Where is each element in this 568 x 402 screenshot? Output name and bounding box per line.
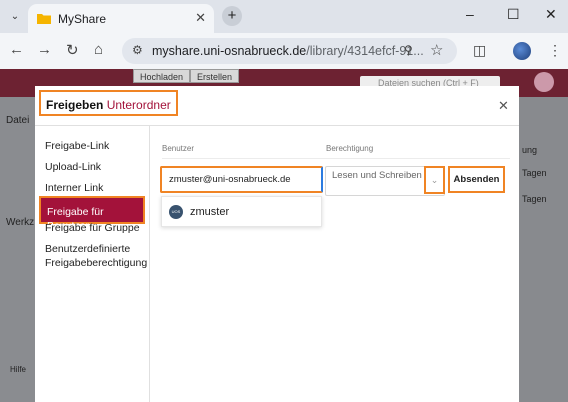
bookmark-star-icon[interactable]: ☆ [430,41,443,59]
browser-tabstrip: ⌄ MyShare ✕ + – ☐ ✕ [0,0,568,33]
url-text: myshare.uni-osnabrueck.de/library/4314ef… [152,44,424,58]
upload-button-bg: Hochladen [133,69,191,83]
menu-upload-link[interactable]: Upload-Link [45,160,101,174]
column-user-header: Benutzer [162,144,195,153]
close-window-icon[interactable]: ✕ [545,6,557,23]
close-tab-icon[interactable]: ✕ [195,10,206,26]
maximize-icon[interactable]: ☐ [507,6,520,23]
site-info-icon[interactable]: ⚙ [132,43,143,57]
dialog-title: Freigeben Unterordner [39,90,178,116]
cell-bg: Tagen [522,194,547,204]
close-icon[interactable]: ✕ [498,98,509,114]
menu-share-group[interactable]: Freigabe für Gruppe [45,221,140,235]
help-link-bg: Hilfe [10,365,27,374]
submit-button[interactable]: Absenden [448,166,505,193]
menu-kebab-icon[interactable]: ⋮ [548,42,562,59]
chevron-down-icon[interactable]: ⌄ [424,166,445,194]
back-icon[interactable]: ← [9,41,24,58]
cell-bg: Tagen [522,168,547,178]
menu-share-user[interactable]: Freigabe für Benutzer [39,196,145,232]
tab-search-chevron-icon[interactable]: ⌄ [6,8,24,26]
sidebar-heading-bg: Datei [6,115,30,126]
extensions-icon[interactable]: ◫ [473,42,486,59]
folder-icon [37,14,51,24]
user-suggestion[interactable]: UOS zmuster [161,196,322,227]
right-column-bg: ung Tagen Tagen [519,97,568,402]
menu-custom-permission[interactable]: Benutzerdefinierte Freigabeberechtigung [45,242,147,270]
share-dialog: Freigeben Unterordner ✕ Freigabe-Link Up… [35,86,519,402]
create-button-bg: Erstellen [190,69,240,83]
profile-avatar[interactable] [513,42,531,60]
user-email-input[interactable]: zmuster@uni-osnabrueck.de [160,166,323,193]
avatar: UOS [169,205,183,219]
zoom-icon[interactable]: ⚲ [404,43,413,57]
minimize-icon[interactable]: – [466,6,474,22]
home-icon[interactable]: ⌂ [94,41,103,58]
tab-title: MyShare [58,12,107,26]
divider [162,158,510,159]
column-header-bg: ung [522,145,538,155]
browser-toolbar: ← → ↻ ⌂ ⚙ myshare.uni-osnabrueck.de/libr… [0,33,568,69]
menu-share-link[interactable]: Freigabe-Link [45,139,109,153]
user-avatar-bg [534,72,554,92]
reload-icon[interactable]: ↻ [66,41,79,59]
new-tab-button[interactable]: + [222,6,242,26]
share-menu: Freigabe-Link Upload-Link Interner Link … [35,126,150,402]
sidebar-heading-bg: Werkz [6,217,35,228]
menu-internal-link[interactable]: Interner Link [45,181,103,195]
browser-tab[interactable]: MyShare ✕ [28,4,214,33]
address-bar[interactable]: ⚙ myshare.uni-osnabrueck.de/library/4314… [122,38,457,64]
suggestion-name: zmuster [190,206,230,218]
column-permission-header: Berechtigung [326,144,374,153]
left-sidebar-bg: Datei Werkz Hilfe [0,97,36,402]
forward-icon[interactable]: → [37,41,52,58]
